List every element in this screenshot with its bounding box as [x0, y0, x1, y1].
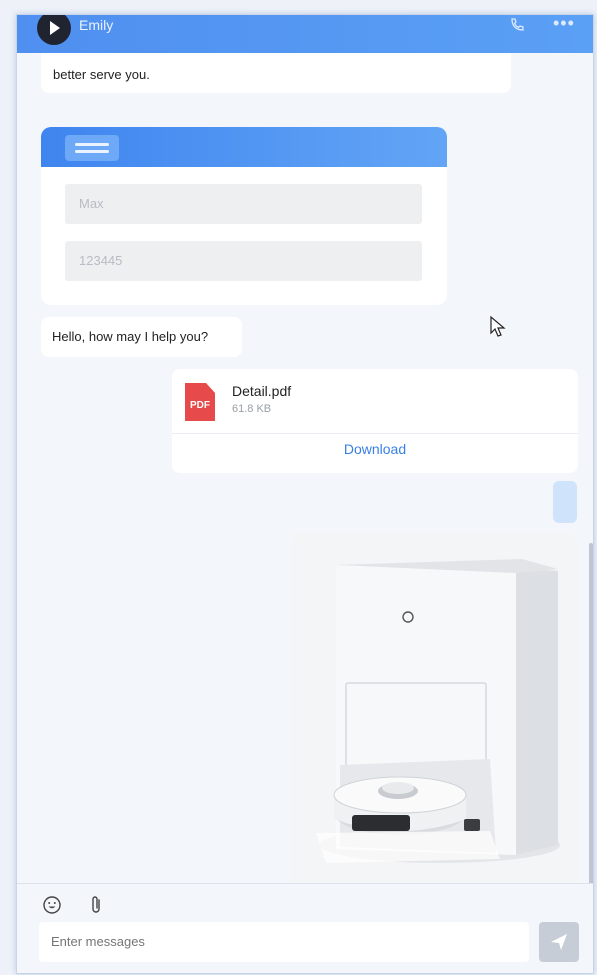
- message-bubble: better serve you.: [41, 53, 511, 93]
- message-input[interactable]: [39, 922, 529, 962]
- message-bubble: Hello, how may I help you?: [41, 317, 242, 357]
- form-card-banner: [41, 127, 447, 167]
- agent-name: Emily: [79, 17, 114, 33]
- phone-icon[interactable]: [509, 17, 525, 38]
- chat-window: Emily ••• better serve you. Max 123445 H…: [16, 14, 594, 974]
- robot-vacuum-station-image: [290, 533, 578, 899]
- send-button[interactable]: [539, 922, 579, 962]
- message-text: Hello, how may I help you?: [52, 329, 209, 344]
- send-icon: [551, 934, 567, 950]
- divider: [172, 433, 578, 434]
- message-composer: [17, 883, 593, 973]
- message-list[interactable]: better serve you. Max 123445 Hello, how …: [17, 53, 593, 928]
- file-size: 61.8 KB: [232, 403, 272, 415]
- document-icon: [65, 135, 119, 161]
- play-logo-icon: [50, 21, 60, 35]
- download-link[interactable]: Download: [172, 441, 578, 457]
- message-text: better serve you.: [53, 67, 150, 82]
- file-name: Detail.pdf: [232, 383, 292, 399]
- attachment-icon[interactable]: [85, 894, 107, 916]
- more-icon[interactable]: •••: [553, 15, 575, 34]
- agent-avatar[interactable]: [37, 15, 71, 45]
- name-field[interactable]: Max: [65, 184, 422, 224]
- chat-header: Emily •••: [17, 15, 593, 53]
- image-message[interactable]: [290, 533, 578, 899]
- mouse-cursor-icon: [489, 315, 507, 344]
- pdf-file-icon: PDF: [185, 383, 215, 421]
- emoji-icon[interactable]: [41, 894, 63, 916]
- scrollbar[interactable]: [589, 543, 593, 903]
- id-field[interactable]: 123445: [65, 241, 422, 281]
- info-form-card: Max 123445: [41, 127, 447, 305]
- outgoing-message-bubble: [553, 481, 577, 523]
- file-attachment-card: PDF Detail.pdf 61.8 KB Download: [172, 369, 578, 473]
